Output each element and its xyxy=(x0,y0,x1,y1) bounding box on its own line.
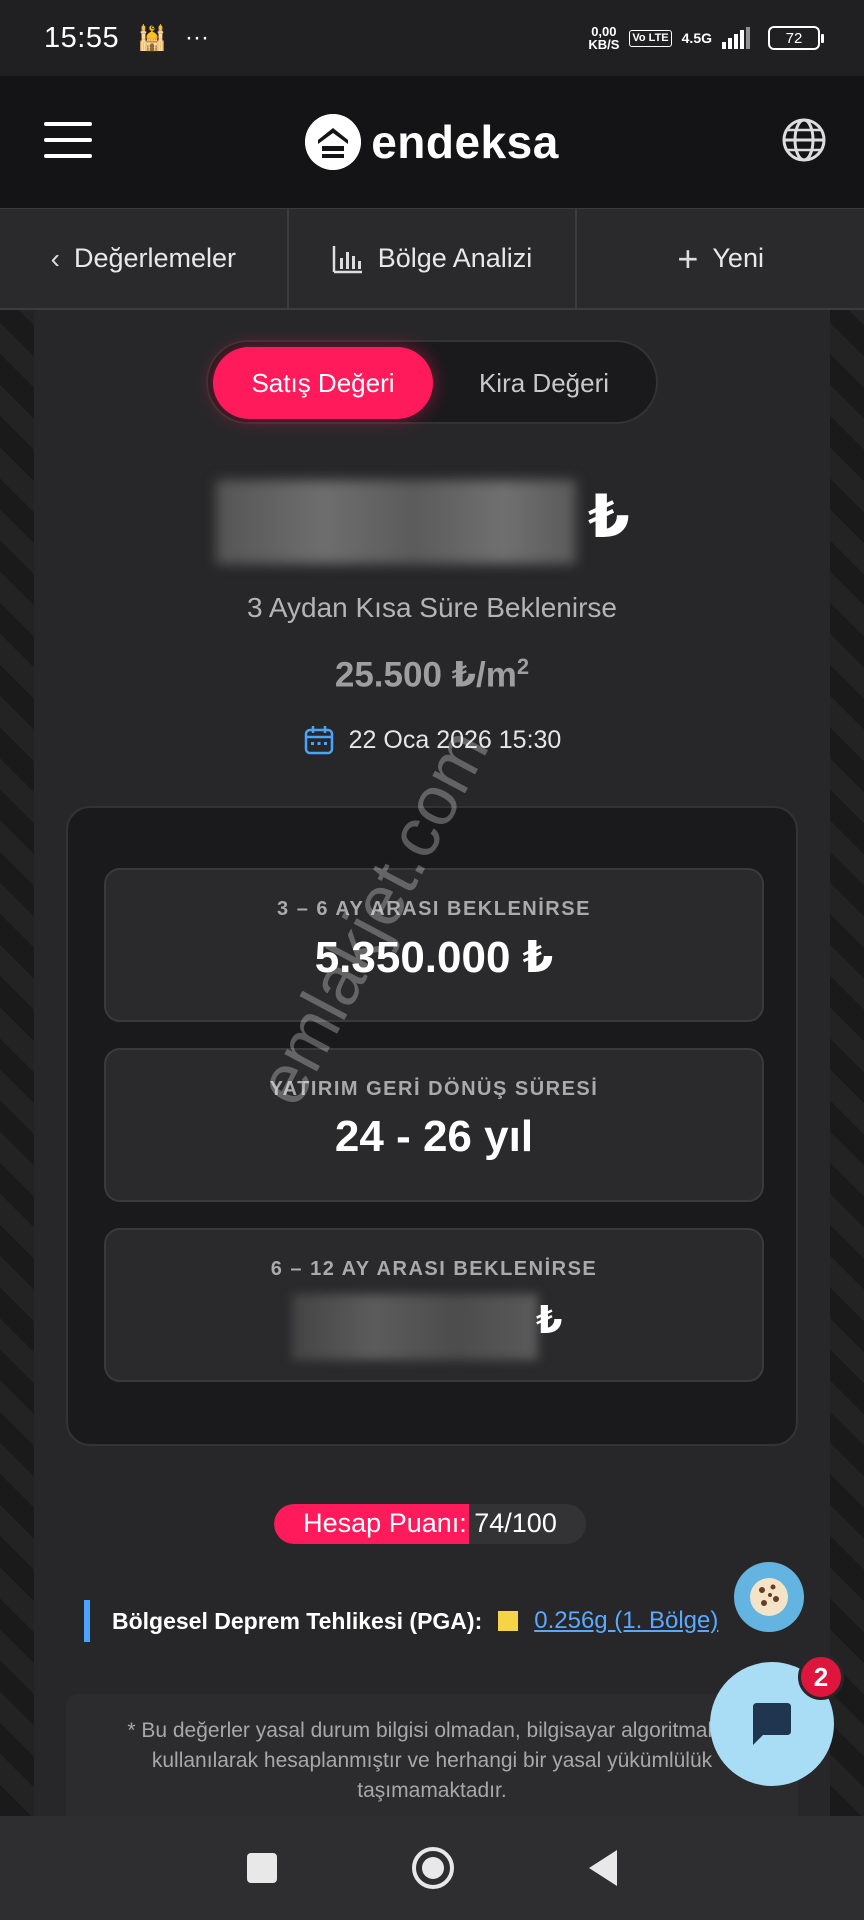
bar-chart-icon xyxy=(332,245,362,273)
card-value-currency: ₺ xyxy=(536,1300,563,1342)
value-cards-container: 3 – 6 AY ARASI BEKLENİRSE 5.350.000 ₺ YA… xyxy=(66,806,798,1446)
volte-icon: Vo LTE xyxy=(629,29,672,47)
cookie-settings-button[interactable] xyxy=(734,1562,804,1632)
more-notifications-icon: ··· xyxy=(184,24,209,51)
plus-icon: + xyxy=(677,237,699,279)
price-per-m2: 25.500 ₺/m2 xyxy=(334,654,530,695)
main-price-currency: ₺ xyxy=(588,483,630,550)
new-label: Yeni xyxy=(712,243,764,273)
background-pattern xyxy=(0,310,34,1816)
disclaimer-text: * Bu değerler yasal durum bilgisi olmada… xyxy=(66,1694,798,1816)
app-header: endeksa xyxy=(0,76,864,208)
back-label: Değerlemeler xyxy=(73,243,237,273)
chevron-left-icon: ‹ xyxy=(50,242,60,274)
earthquake-label: Bölgesel Deprem Tehlikesi (PGA): xyxy=(112,1607,483,1634)
value-card-6-12-months: 6 – 12 AY ARASI BEKLENİRSE ₺ xyxy=(104,1228,764,1382)
network-type: 4.5G xyxy=(681,29,712,46)
roi-period-card: YATIRIM GERİ DÖNÜŞ SÜRESİ 24 - 26 yıl xyxy=(104,1048,764,1202)
new-valuation-button[interactable]: + Yeni xyxy=(577,209,864,308)
analysis-label: Bölge Analizi xyxy=(377,243,533,273)
signal-icon xyxy=(722,27,750,49)
mosque-icon: 🕌 xyxy=(137,24,167,52)
price-condition: 3 Aydan Kısa Süre Beklenirse xyxy=(247,592,617,623)
menu-icon[interactable] xyxy=(44,122,92,158)
brand-logo[interactable]: endeksa xyxy=(305,114,559,170)
region-analysis-button[interactable]: Bölge Analizi xyxy=(289,209,578,308)
home-button[interactable] xyxy=(411,1847,454,1889)
battery-icon: 72 xyxy=(768,26,824,50)
valuation-panel: Satış Değeri Kira Değeri ₺ 3 Aydan Kısa … xyxy=(34,310,830,1816)
calendar-icon xyxy=(304,726,333,755)
hazard-indicator xyxy=(498,1611,519,1631)
brand-name: endeksa xyxy=(371,116,559,168)
cookie-icon xyxy=(750,1578,788,1616)
chat-bubble-icon xyxy=(753,1703,791,1745)
card-value: 24 - 26 yıl xyxy=(334,1112,534,1161)
action-tabs: ‹ Değerlemeler Bölge Analizi + Yeni xyxy=(0,208,864,310)
network-speed: 0,00 KB/S xyxy=(588,24,620,52)
status-time: 15:55 xyxy=(44,21,120,54)
recent-apps-button[interactable] xyxy=(247,1853,278,1883)
blurred-card-value xyxy=(292,1294,538,1360)
back-to-valuations-button[interactable]: ‹ Değerlemeler xyxy=(0,209,289,308)
value-type-toggle: Satış Değeri Kira Değeri xyxy=(206,340,658,424)
rent-value-tab[interactable]: Kira Değeri xyxy=(436,347,652,419)
background-pattern xyxy=(830,310,864,1816)
card-label: YATIRIM GERİ DÖNÜŞ SÜRESİ xyxy=(269,1078,599,1100)
system-navigation-bar xyxy=(0,1816,864,1920)
sale-value-tab[interactable]: Satış Değeri xyxy=(213,347,433,419)
logo-house-icon xyxy=(305,114,362,170)
card-label: 3 – 6 AY ARASI BEKLENİRSE xyxy=(277,898,591,920)
value-card-3-6-months: 3 – 6 AY ARASI BEKLENİRSE 5.350.000 ₺ xyxy=(104,868,764,1022)
earthquake-zone-link[interactable]: 0.256g (1. Bölge) xyxy=(534,1607,718,1635)
card-value: 5.350.000 ₺ xyxy=(314,933,554,982)
status-bar: 15:55 🕌 ··· 0,00 KB/S Vo LTE 4.5G 72 xyxy=(0,0,864,76)
earthquake-hazard: Bölgesel Deprem Tehlikesi (PGA): 0.256g … xyxy=(84,1600,718,1642)
back-button[interactable] xyxy=(588,1850,617,1886)
account-score-badge: Hesap Puanı: 74/100 xyxy=(274,1504,586,1544)
chat-unread-badge: 2 xyxy=(798,1654,844,1700)
card-label: 6 – 12 AY ARASI BEKLENİRSE xyxy=(270,1258,598,1280)
language-globe-icon[interactable] xyxy=(780,116,828,164)
blurred-main-price xyxy=(216,480,576,564)
score-text: Hesap Puanı: 74/100 xyxy=(303,1508,557,1538)
